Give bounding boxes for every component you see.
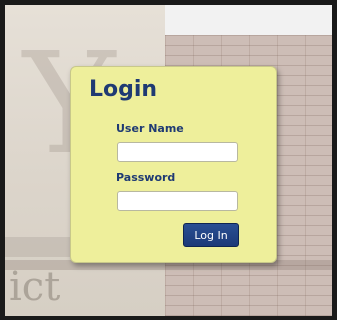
login-panel: Login User Name Password Log In xyxy=(70,66,277,263)
login-button[interactable]: Log In xyxy=(183,223,239,247)
username-input[interactable] xyxy=(117,142,238,162)
password-input[interactable] xyxy=(117,191,238,211)
username-label: User Name xyxy=(116,122,184,135)
background-sign-word: ict xyxy=(9,264,61,310)
window-frame: Y ict Login User Name Password Log In xyxy=(0,0,337,320)
background-sky xyxy=(165,5,332,35)
page-viewport: Y ict Login User Name Password Log In xyxy=(5,5,332,316)
login-title: Login xyxy=(89,77,158,102)
password-label: Password xyxy=(116,171,176,184)
